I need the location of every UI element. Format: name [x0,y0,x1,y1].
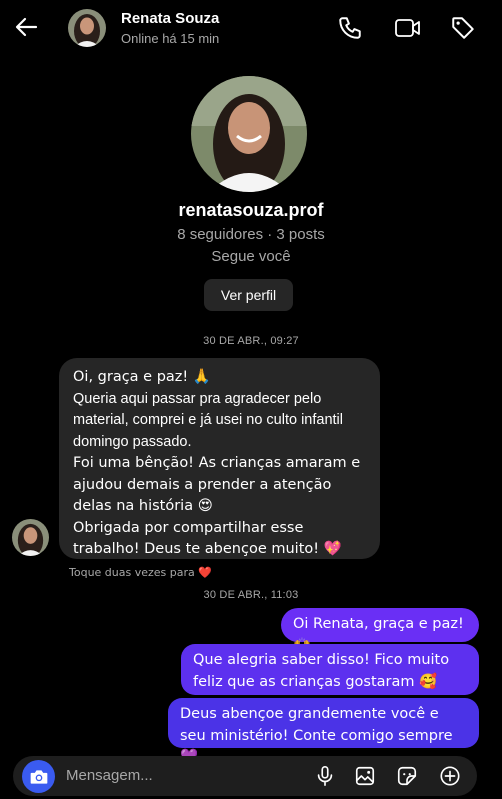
message-line: Queria aqui passar pra agradecer pelo ma… [73,390,343,450]
message-line: Obrigada por compartilhar esse trabalho!… [73,519,342,558]
follows-you-label: Segue você [211,248,291,265]
message-composer: Mensagem... [13,756,477,796]
message-line: Oi, graça e paz! 🙏 [73,369,211,385]
microphone-icon[interactable] [313,764,337,788]
plus-icon[interactable] [438,764,462,788]
outgoing-message-bubble[interactable]: Que alegria saber disso! Fico muito feli… [181,644,479,695]
profile-stats: 8 seguidores · 3 posts [177,226,325,243]
sender-avatar[interactable] [12,519,49,556]
profile-username: renatasouza.prof [178,200,324,220]
incoming-message-bubble[interactable]: Oi, graça e paz! 🙏 Queria aqui passar pr… [59,358,380,559]
camera-icon[interactable] [22,760,55,793]
message-timestamp: 30 DE ABR., 11:03 [203,589,299,601]
message-timestamp: 30 DE ABR., 09:27 [203,335,299,347]
online-status: Online há 15 min [121,31,220,46]
double-tap-hint: Toque duas vezes para ❤️ [69,566,212,579]
sticker-icon[interactable] [395,764,419,788]
back-arrow-icon[interactable] [12,12,42,42]
header-avatar[interactable] [68,9,106,47]
chat-header: Renata Souza Online há 15 min [0,0,502,56]
phone-icon[interactable] [335,13,365,43]
message-input[interactable]: Mensagem... [66,767,153,784]
outgoing-message-bubble[interactable]: Oi Renata, graça e paz! 🙌 [281,608,479,654]
profile-avatar[interactable] [191,76,307,192]
video-icon[interactable] [393,13,423,43]
view-profile-button[interactable]: Ver perfil [204,279,293,311]
image-icon[interactable] [353,764,377,788]
message-line: Foi uma bênção! As crianças amaram e aju… [73,455,361,514]
tag-icon[interactable] [448,13,478,43]
contact-name[interactable]: Renata Souza [121,10,219,27]
outgoing-message-bubble[interactable]: Deus abençoe grandemente você e seu mini… [168,698,479,765]
